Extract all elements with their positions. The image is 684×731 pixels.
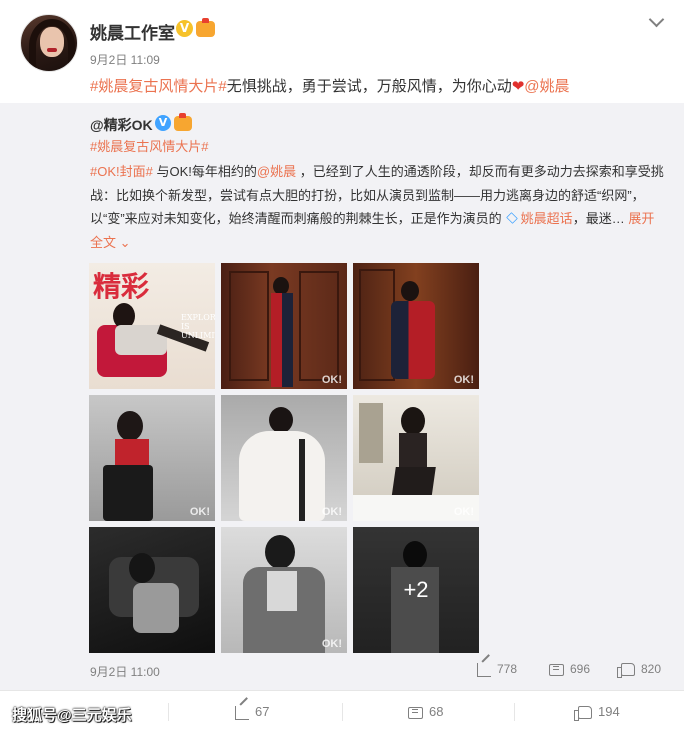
super-topic-link[interactable]: 姚晨超话 <box>521 211 573 226</box>
photo-thumbnail[interactable]: 精彩 EXPLORATIONIS UNLIMITED <box>89 263 215 389</box>
repost-author[interactable]: @精彩OK <box>90 115 153 135</box>
photo-thumbnail[interactable]: OK! <box>353 395 479 521</box>
share-icon <box>477 662 491 677</box>
repost-like-button[interactable]: 820 <box>617 659 661 679</box>
repost-body: #OK!封面# 与OK!每年相约的@姚晨 ，已经到了人生的通透阶段，却反而有更多… <box>90 160 665 254</box>
verified-badge-icon: V <box>176 20 193 37</box>
super-topic-icon <box>505 212 518 224</box>
share-icon <box>235 705 249 720</box>
watermark-text: 搜狐号@三元娱乐 <box>12 707 132 724</box>
thumbs-up-icon <box>617 663 635 679</box>
author-avatar[interactable] <box>20 14 78 72</box>
heart-icon: ❤ <box>511 77 525 95</box>
post-time[interactable]: 9月2日 11:09 <box>90 51 160 68</box>
photo-thumbnail[interactable] <box>89 527 215 653</box>
repost-share-button[interactable]: 778 <box>477 659 517 679</box>
share-button[interactable]: 67 <box>235 702 269 722</box>
repost-card: @精彩OK V #姚晨复古风情大片# #OK!封面# 与OK!每年相约的@姚晨 … <box>0 103 684 690</box>
repost-topic-link[interactable]: #姚晨复古风情大片# <box>90 136 208 155</box>
more-photos-count[interactable]: +2 <box>353 527 479 653</box>
divider <box>514 703 515 721</box>
post-text-plain: 无惧挑战，勇于尝试，万般风情，为你心动 <box>226 78 512 95</box>
repost-time[interactable]: 9月2日 11:00 <box>90 663 160 680</box>
photo-thumbnail-more[interactable]: +2 <box>353 527 479 653</box>
photo-thumbnail[interactable]: OK! <box>353 263 479 389</box>
photo-thumbnail[interactable]: OK! <box>221 263 347 389</box>
member-crown-icon[interactable] <box>196 18 215 37</box>
mention-link[interactable]: @姚晨 <box>524 78 569 95</box>
repost-comment-button[interactable]: 696 <box>549 659 590 679</box>
mention-link[interactable]: @姚晨 <box>257 164 296 179</box>
photo-thumbnail[interactable]: OK! <box>89 395 215 521</box>
chevron-down-icon[interactable] <box>648 12 666 30</box>
weibo-post: 姚晨工作室 V 9月2日 11:09 #姚晨复古风情大片#无惧挑战，勇于尝试，万… <box>0 0 684 731</box>
topic-link[interactable]: #OK!封面# <box>90 164 153 179</box>
verified-badge-icon: V <box>155 115 171 131</box>
photo-grid: 精彩 EXPLORATIONIS UNLIMITED OK! OK! <box>89 263 479 653</box>
comment-button[interactable]: 68 <box>408 702 443 722</box>
body-text: 与OK!每年相约的 <box>152 164 257 179</box>
photo-thumbnail[interactable]: OK! <box>221 395 347 521</box>
post-footer: 搜狐号@三元娱乐 67 68 194 <box>0 690 684 731</box>
photo-thumbnail[interactable]: OK! <box>221 527 347 653</box>
divider <box>168 703 169 721</box>
like-button[interactable]: 194 <box>574 702 620 722</box>
topic-link[interactable]: #姚晨复古风情大片# <box>90 78 227 95</box>
divider <box>342 703 343 721</box>
comment-icon <box>408 706 423 719</box>
comment-icon <box>549 663 564 676</box>
thumbs-up-icon <box>574 706 592 722</box>
body-text: ，最迷… <box>572 211 625 226</box>
author-name[interactable]: 姚晨工作室 <box>90 19 175 44</box>
post-text: #姚晨复古风情大片#无惧挑战，勇于尝试，万般风情，为你心动❤@姚晨 <box>90 76 570 97</box>
member-crown-icon[interactable] <box>174 113 192 131</box>
